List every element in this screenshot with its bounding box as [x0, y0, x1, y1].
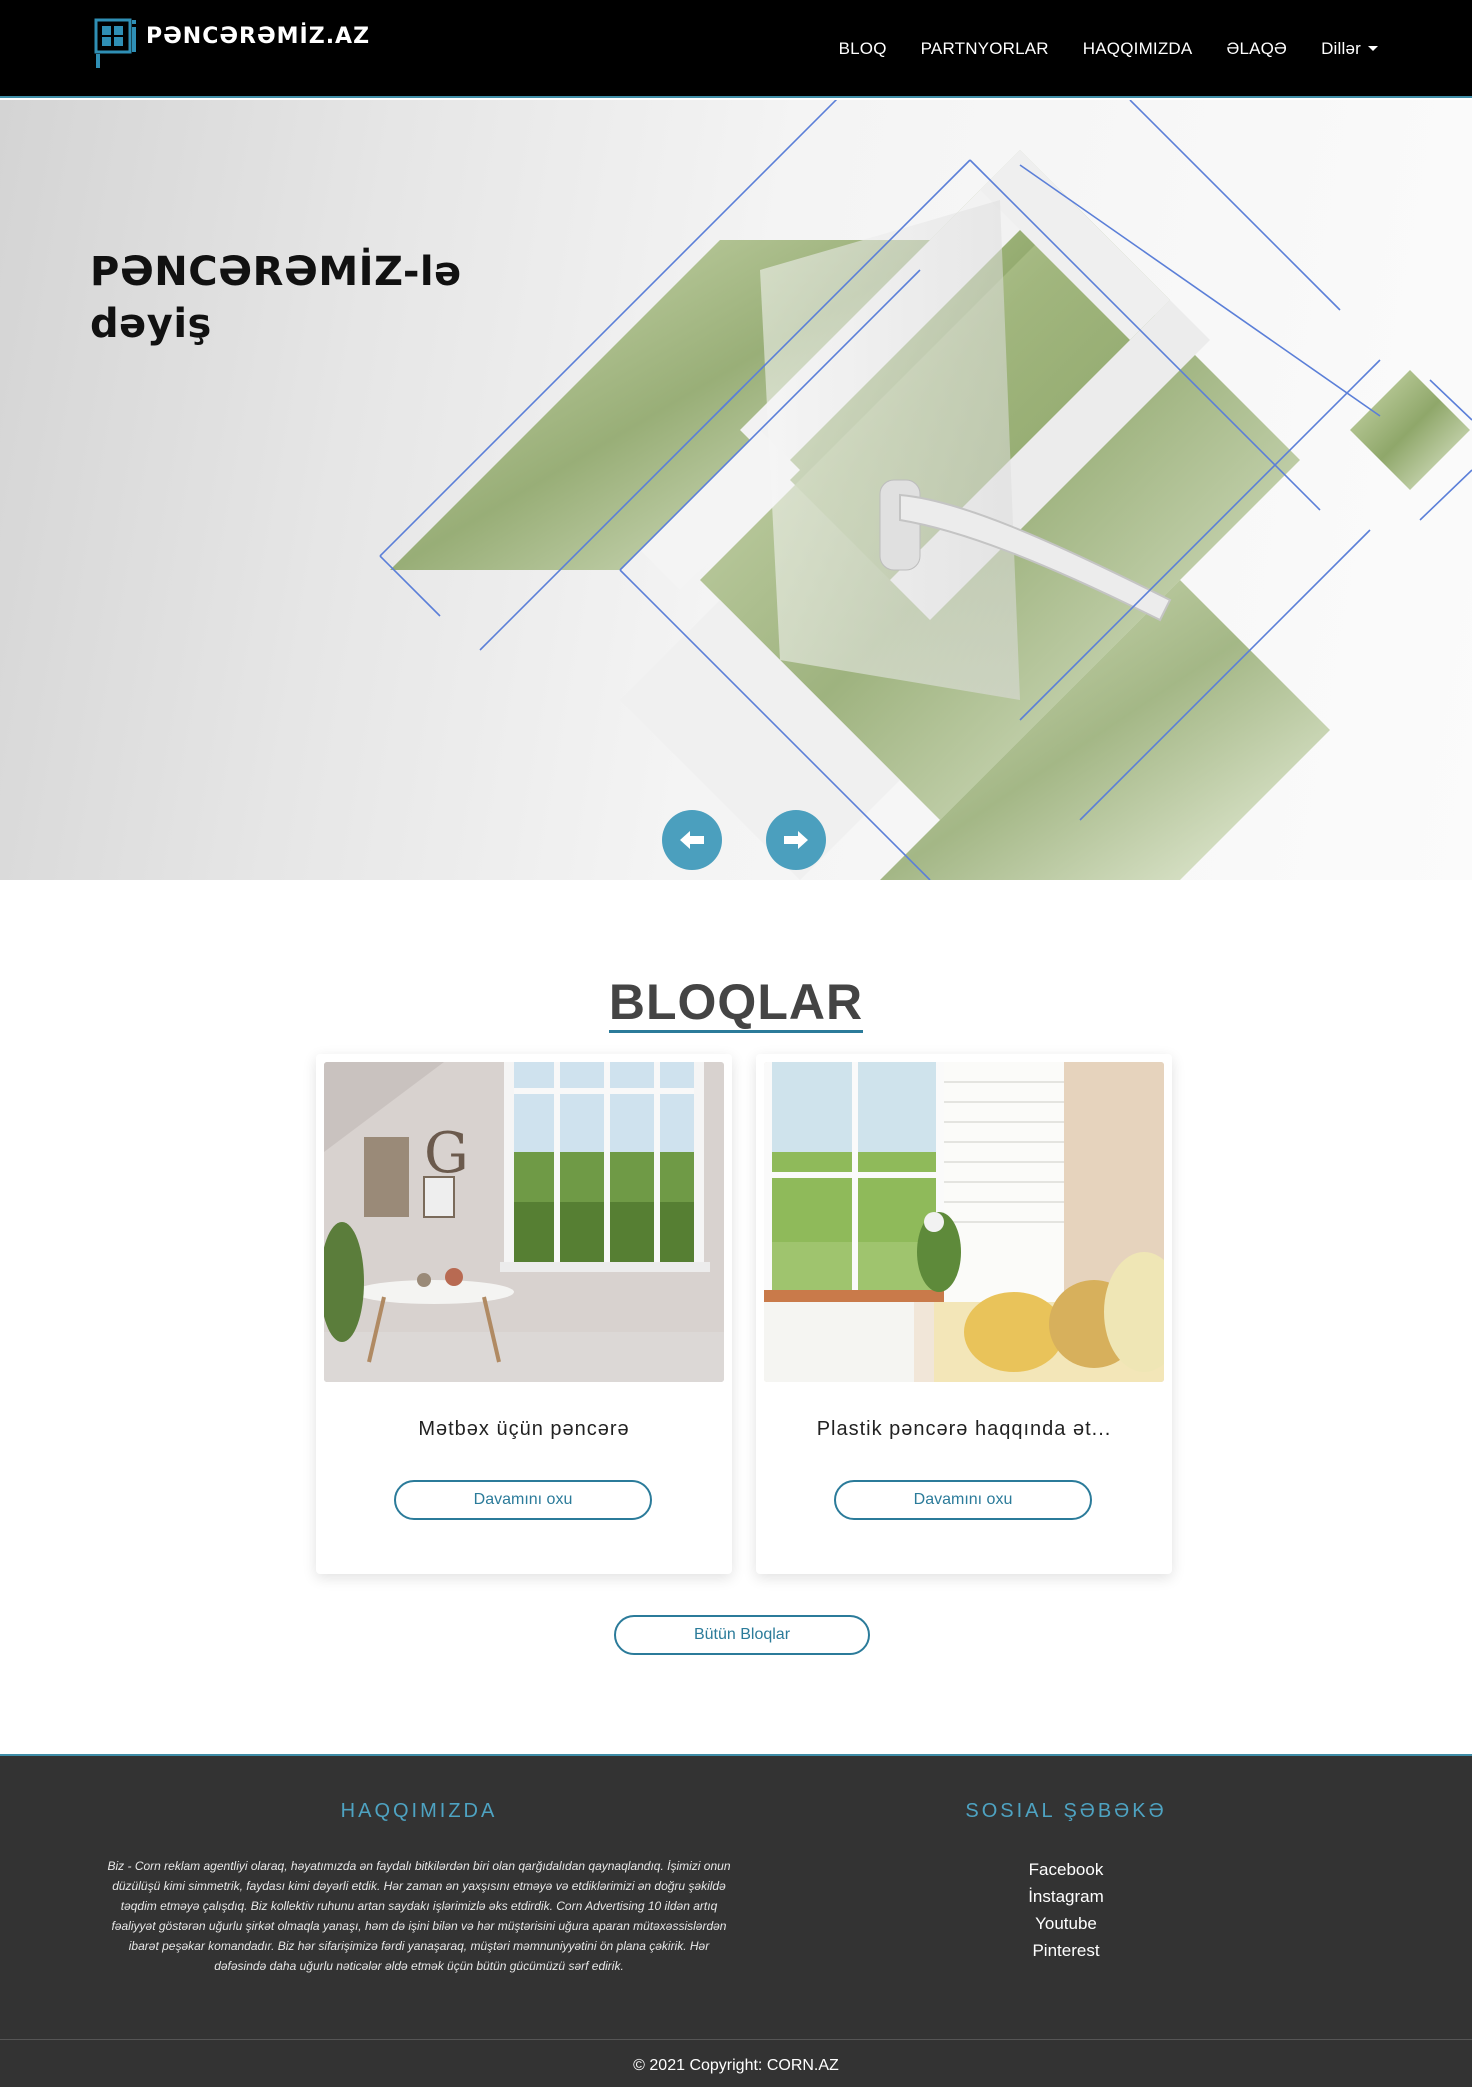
- footer-about-text: Biz - Corn reklam agentliyi olaraq, həya…: [107, 1859, 731, 1973]
- blog-section-heading: BLOQLAR: [0, 976, 1472, 1033]
- hero-carousel: PƏNCƏRƏMİZ-lə dəyiş: [0, 100, 1472, 880]
- arrow-right-icon: [784, 831, 808, 849]
- carousel-prev-button[interactable]: [662, 810, 722, 870]
- brand-name: PƏNCƏRƏMİZ.AZ: [146, 23, 371, 49]
- blog-card: G Mətbəx üçün pəncərə Davamını oxu: [316, 1054, 732, 1574]
- nav-link-bloq[interactable]: BLOQ: [839, 39, 887, 59]
- all-blogs-button[interactable]: Bütün Bloqlar: [614, 1615, 870, 1655]
- social-link-instagram[interactable]: İnstagram: [866, 1883, 1266, 1910]
- window-logo-icon: [94, 18, 136, 68]
- social-link-youtube[interactable]: Youtube: [866, 1910, 1266, 1937]
- blog-title: BLOQLAR: [608, 976, 864, 1033]
- social-link-facebook[interactable]: Facebook: [866, 1856, 1266, 1883]
- blog-card: Plastik pəncərə haqqında ət... Davamını …: [756, 1054, 1172, 1574]
- footer-social-heading: SOSIAL ŞƏBƏKƏ: [965, 1800, 1167, 1822]
- caret-down-icon: [1368, 46, 1378, 51]
- hero-window-image: [379, 100, 1472, 880]
- main-nav: BLOQ PARTNYORLAR HAQQIMIZDA ƏLAQƏ Dillər: [839, 39, 1378, 59]
- room-window-image: [764, 1062, 1164, 1382]
- copyright-text: © 2021 Copyright: CORN.AZ: [633, 2057, 839, 2074]
- blog-card-title: Mətbəx üçün pəncərə: [418, 1418, 630, 1440]
- navbar: PƏNCƏRƏMİZ.AZ BLOQ PARTNYORLAR HAQQIMIZD…: [0, 0, 1472, 98]
- social-link-pinterest[interactable]: Pinterest: [866, 1937, 1266, 1964]
- nav-link-haqqimizda[interactable]: HAQQIMIZDA: [1083, 39, 1193, 59]
- read-more-button[interactable]: Davamını oxu: [834, 1480, 1092, 1520]
- blog-card-image[interactable]: G: [324, 1062, 724, 1382]
- arrow-left-icon: [680, 831, 704, 849]
- hero-title-line-1: PƏNCƏRƏMİZ-lə: [90, 249, 462, 295]
- blog-card-title: Plastik pəncərə haqqında ət...: [816, 1418, 1112, 1440]
- carousel-next-button[interactable]: [766, 810, 826, 870]
- room-window-image: G: [324, 1062, 724, 1382]
- nav-link-elaqe[interactable]: ƏLAQƏ: [1226, 39, 1287, 59]
- footer: HAQQIMIZDA Biz - Corn reklam agentliyi o…: [0, 1754, 1472, 2087]
- brand-link[interactable]: PƏNCƏRƏMİZ.AZ: [94, 16, 370, 72]
- social-links: Facebook İnstagram Youtube Pinterest: [866, 1856, 1266, 1964]
- blog-card-image[interactable]: [764, 1062, 1164, 1382]
- languages-dropdown[interactable]: Dillər: [1321, 39, 1378, 59]
- footer-divider: [0, 2039, 1472, 2040]
- hero-title: PƏNCƏRƏMİZ-lə dəyiş: [90, 246, 462, 350]
- languages-label: Dillər: [1321, 39, 1361, 58]
- nav-link-partnyorlar[interactable]: PARTNYORLAR: [921, 39, 1049, 59]
- hero-title-line-2: dəyiş: [90, 301, 212, 347]
- read-more-button[interactable]: Davamını oxu: [394, 1480, 652, 1520]
- footer-about-heading: HAQQIMIZDA: [340, 1800, 498, 1822]
